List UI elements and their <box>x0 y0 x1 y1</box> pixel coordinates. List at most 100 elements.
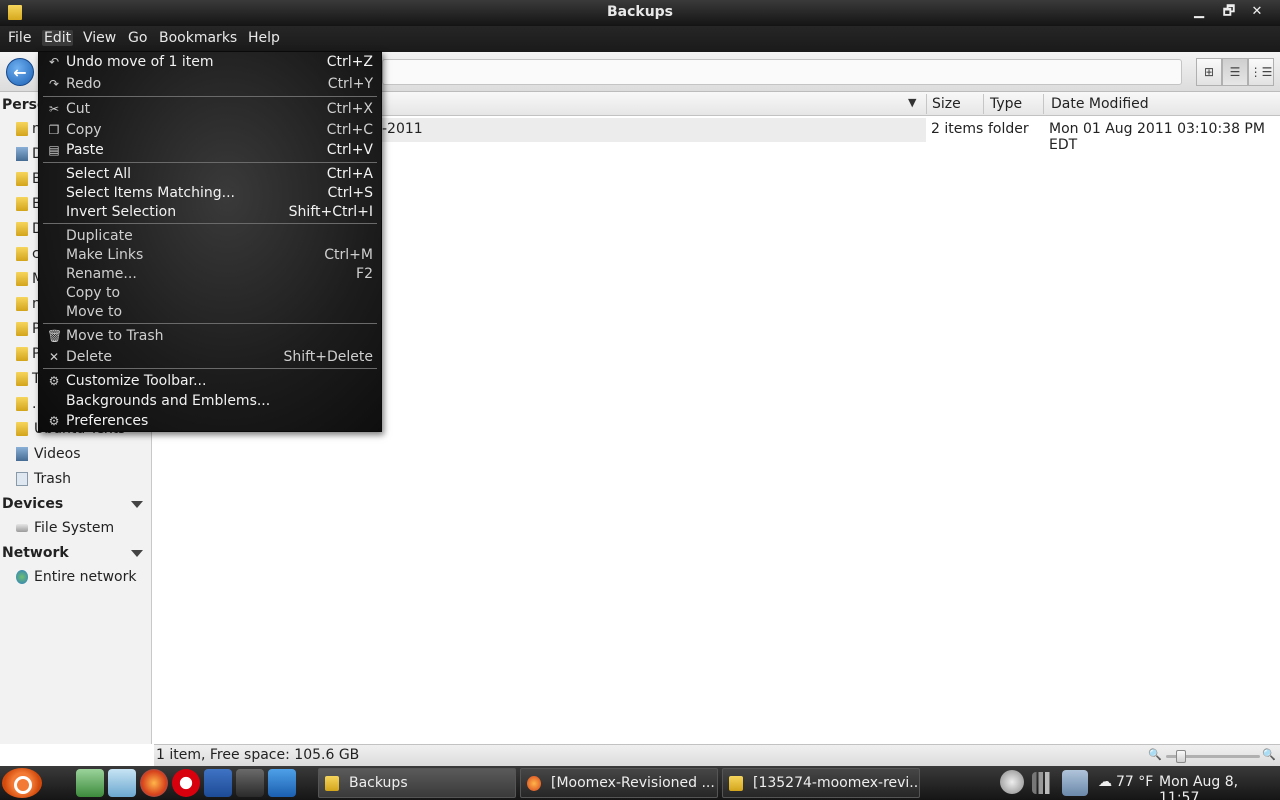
folder-icon <box>16 297 28 311</box>
firefox-launcher-icon[interactable] <box>140 769 168 797</box>
menu-separator <box>43 223 377 224</box>
task-firefox-moomex[interactable]: [Moomex-Revisioned ... <box>520 768 718 798</box>
icon-view-button[interactable]: ⊞ <box>1196 58 1222 86</box>
pictures-icon <box>16 322 28 336</box>
videos-icon <box>16 447 28 461</box>
menu-view[interactable]: View <box>83 30 116 46</box>
column-separator[interactable] <box>983 94 984 114</box>
column-size[interactable]: Size <box>932 96 961 112</box>
location-bar[interactable] <box>382 59 1182 85</box>
maximize-button[interactable]: 🗗 <box>1218 2 1240 22</box>
sidebar-section-network: Network <box>2 545 69 561</box>
menu-help[interactable]: Help <box>248 30 280 46</box>
documents-icon <box>16 222 28 236</box>
list-icon: ☰ <box>1229 65 1241 79</box>
collapse-network-arrow-icon[interactable] <box>131 550 143 557</box>
menu-item-make-links[interactable]: Make Links Ctrl+M <box>39 246 381 265</box>
title-bar: Backups ▁ 🗗 ✕ <box>0 0 1280 26</box>
taskbar: Backups [Moomex-Revisioned ... [135274-m… <box>0 766 1280 800</box>
music-icon <box>16 272 28 286</box>
collapse-devices-arrow-icon[interactable] <box>131 501 143 508</box>
file-size: 2 items <box>931 121 984 137</box>
view-mode-buttons: ⊞ ☰ ⋮☰ <box>1196 58 1274 86</box>
menu-item-paste[interactable]: ▤ Paste Ctrl+V <box>39 141 381 160</box>
signal-icon[interactable] <box>1032 772 1054 794</box>
menu-separator <box>43 323 377 324</box>
terminal-launcher-icon[interactable] <box>236 769 264 797</box>
menu-item-customize-toolbar[interactable]: ⚙ Customize Toolbar... <box>39 372 381 391</box>
home-folder-icon <box>16 122 28 136</box>
menu-file[interactable]: File <box>8 30 31 46</box>
task-backups[interactable]: Backups <box>318 768 516 798</box>
column-type[interactable]: Type <box>990 96 1022 112</box>
back-button[interactable]: ← <box>6 58 34 86</box>
volume-icon[interactable] <box>1000 770 1024 794</box>
undo-icon: ↶ <box>48 55 60 69</box>
maps-launcher-icon[interactable] <box>76 769 104 797</box>
zoom-slider[interactable]: 🔍 🔍 <box>1146 747 1276 765</box>
list-view-button[interactable]: ☰ <box>1222 58 1248 86</box>
file-icon <box>16 397 28 411</box>
task-moomex-folder[interactable]: [135274-moomex-revi... <box>722 768 920 798</box>
menu-item-copy-to[interactable]: Copy to <box>39 284 381 303</box>
network-icon <box>16 570 28 584</box>
sidebar-item[interactable]: c <box>16 246 40 262</box>
folder-icon <box>16 197 28 211</box>
sidebar-item[interactable]: P <box>16 346 40 362</box>
copy-icon: ❐ <box>48 123 60 137</box>
menu-item-copy[interactable]: ❐ Copy Ctrl+C <box>39 121 381 140</box>
minimize-button[interactable]: ▁ <box>1188 2 1210 22</box>
folder-icon <box>325 775 339 791</box>
zoom-thumb[interactable] <box>1176 750 1186 763</box>
sidebar-item-trash[interactable]: Trash <box>16 471 71 487</box>
sidebar-item-entire-network[interactable]: Entire network <box>16 569 136 585</box>
compact-list-icon: ⋮☰ <box>1249 65 1273 79</box>
menu-item-invert-selection[interactable]: Invert Selection Shift+Ctrl+I <box>39 203 381 222</box>
close-button[interactable]: ✕ <box>1246 2 1268 22</box>
menu-go[interactable]: Go <box>128 30 147 46</box>
menu-separator <box>43 368 377 369</box>
column-separator[interactable] <box>1043 94 1044 114</box>
weather-temp[interactable]: 77 °F <box>1116 774 1153 790</box>
ubuntu-logo-icon[interactable] <box>2 768 42 798</box>
redo-icon: ↷ <box>48 77 60 91</box>
sort-chevron-down-icon[interactable]: ▼ <box>908 96 916 109</box>
folder-icon <box>729 775 743 791</box>
window-title: Backups <box>606 4 674 20</box>
compact-view-button[interactable]: ⋮☰ <box>1248 58 1274 86</box>
paste-icon: ▤ <box>48 143 60 157</box>
zoom-out-icon[interactable]: 🔍 <box>1148 748 1162 761</box>
menu-item-rename[interactable]: Rename... F2 <box>39 265 381 284</box>
menu-item-select-all[interactable]: Select All Ctrl+A <box>39 165 381 184</box>
clock[interactable]: Mon Aug 8, 11:57 <box>1159 774 1280 800</box>
weather-icon[interactable]: ☁ <box>1098 774 1112 790</box>
menu-item-move-to[interactable]: Move to <box>39 303 381 322</box>
menu-item-preferences[interactable]: ⚙ Preferences <box>39 412 381 431</box>
menu-bookmarks[interactable]: Bookmarks <box>159 30 237 46</box>
menu-item-move-to-trash[interactable]: 🗑 Move to Trash <box>39 327 381 346</box>
menu-item-undo[interactable]: ↶ Undo move of 1 item Ctrl+Z <box>39 53 381 72</box>
battery-icon[interactable] <box>1062 770 1088 796</box>
zoom-in-icon[interactable]: 🔍 <box>1262 748 1276 761</box>
menu-item-cut[interactable]: ✂ Cut Ctrl+X <box>39 100 381 119</box>
sidebar-item[interactable]: . <box>16 396 36 412</box>
column-date-modified[interactable]: Date Modified <box>1051 96 1149 112</box>
menu-item-backgrounds-emblems[interactable]: Backgrounds and Emblems... <box>39 392 381 411</box>
sidebar-section-devices: Devices <box>2 496 64 512</box>
menu-item-duplicate[interactable]: Duplicate <box>39 227 381 246</box>
menu-item-select-matching[interactable]: Select Items Matching... Ctrl+S <box>39 184 381 203</box>
sidebar-item-file-system[interactable]: File System <box>16 520 114 536</box>
desktop-launcher-icon[interactable] <box>268 769 296 797</box>
folder-icon <box>16 172 28 186</box>
notes-launcher-icon[interactable] <box>108 769 136 797</box>
word-launcher-icon[interactable] <box>204 769 232 797</box>
sidebar-item-videos[interactable]: Videos <box>16 446 81 462</box>
opera-launcher-icon[interactable] <box>172 769 200 797</box>
trash-icon: 🗑 <box>47 329 63 343</box>
menu-item-delete[interactable]: ✕ Delete Shift+Delete <box>39 348 381 367</box>
sidebar-item[interactable]: T <box>16 371 41 387</box>
menu-item-redo[interactable]: ↷ Redo Ctrl+Y <box>39 75 381 94</box>
column-separator[interactable] <box>926 94 927 114</box>
sidebar-item[interactable]: P <box>16 321 40 337</box>
menu-edit[interactable]: Edit <box>42 30 74 46</box>
